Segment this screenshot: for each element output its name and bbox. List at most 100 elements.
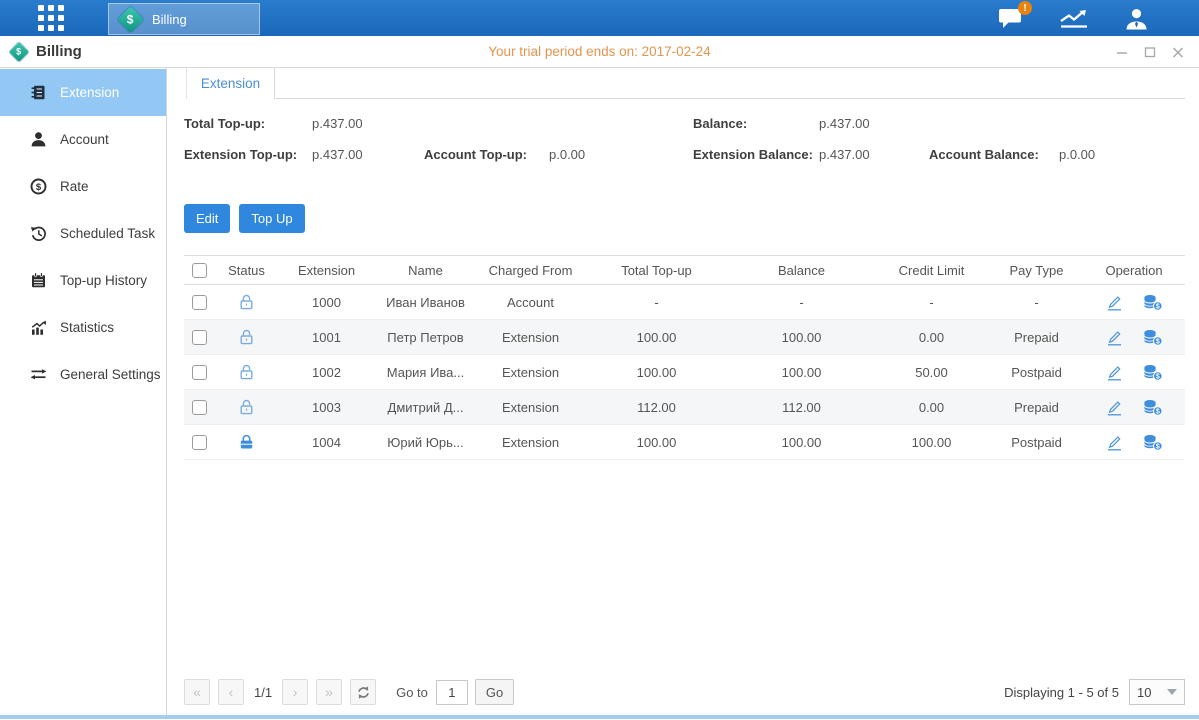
go-button[interactable]: Go [475,679,514,705]
user-icon[interactable] [1124,7,1149,30]
apps-grid-icon[interactable] [38,5,64,31]
edit-icon[interactable] [1105,294,1124,311]
tab-extension[interactable]: Extension [186,68,275,99]
balance-summary: Total Top-up: p.437.00 Extension Top-up:… [184,113,1185,175]
sidebar-item-account[interactable]: Account [0,116,166,163]
svg-text:$: $ [36,182,42,193]
cell-extension: 1004 [279,435,374,450]
cell-pay-type: Postpaid [989,365,1084,380]
cell-name: Петр Петров [374,330,477,345]
topbar: $ Billing ! [0,0,1199,36]
sidebar-item-scheduled-task[interactable]: Scheduled Task [0,210,166,257]
table-row: 1004 Юрий Юрь... Extension 100.00 100.00… [184,425,1185,460]
sidebar: Extension Account $ Rate Scheduled Task … [0,68,167,715]
statistics-chart-icon[interactable] [1058,7,1090,30]
top-up-coins-icon[interactable]: $ [1142,329,1163,346]
sidebar-item-extension[interactable]: Extension [0,69,166,116]
close-icon[interactable] [1169,43,1187,61]
edit-button[interactable]: Edit [184,204,230,233]
locked-icon [237,433,256,451]
page-size-value: 10 [1137,685,1151,700]
top-up-coins-icon[interactable]: $ [1142,399,1163,416]
edit-icon[interactable] [1105,434,1124,451]
cell-charged-from: Extension [477,330,584,345]
col-name: Name [374,263,477,278]
cell-status-unlocked [214,398,279,416]
cell-name: Юрий Юрь... [374,435,477,450]
svg-text:$: $ [1156,373,1160,380]
cell-credit-limit: 100.00 [874,435,989,450]
tabstrip-rest [275,68,1185,99]
cell-credit-limit: - [874,295,989,310]
cell-pay-type: Prepaid [989,330,1084,345]
edit-icon[interactable] [1105,364,1124,381]
cell-balance: 100.00 [729,435,874,450]
select-all-checkbox[interactable] [192,263,207,278]
cell-pay-type: Postpaid [989,435,1084,450]
edit-icon[interactable] [1105,329,1124,346]
sidebar-item-topup-history[interactable]: Top-up History [0,257,166,304]
top-up-coins-icon[interactable]: $ [1142,434,1163,451]
first-page-button[interactable]: « [184,679,210,705]
account-topup-label: Account Top-up: [424,147,549,162]
table-row: 1003 Дмитрий Д... Extension 112.00 112.0… [184,390,1185,425]
main-content: Extension Total Top-up: p.437.00 Extensi… [167,68,1199,715]
row-checkbox[interactable] [192,400,207,415]
cell-name: Иван Иванов [374,295,477,310]
top-up-coins-icon[interactable]: $ [1142,364,1163,381]
page-size-select[interactable]: 10 [1129,679,1185,705]
toolbar: Edit Top Up [184,204,1185,233]
cell-status-unlocked [214,363,279,381]
tabstrip: Extension [184,68,1185,99]
next-page-button[interactable]: › [282,679,308,705]
top-up-coins-icon[interactable]: $ [1142,294,1163,311]
col-extension: Extension [279,263,374,278]
window-bottom-edge [0,715,1199,719]
messages-icon[interactable]: ! [998,7,1024,29]
app-tab-billing[interactable]: $ Billing [108,3,260,35]
prev-page-button[interactable]: ‹ [218,679,244,705]
cell-name: Дмитрий Д... [374,400,477,415]
window-title: Billing [36,43,82,60]
cell-total-topup: 100.00 [584,365,729,380]
titlebar: $ Billing Your trial period ends on: 201… [0,36,1199,68]
cell-total-topup: - [584,295,729,310]
cell-name: Мария Ива... [374,365,477,380]
cell-credit-limit: 0.00 [874,400,989,415]
cell-balance: 100.00 [729,365,874,380]
minimize-icon[interactable] [1113,43,1131,61]
calendar-icon [30,272,47,289]
cell-extension: 1000 [279,295,374,310]
row-checkbox[interactable] [192,330,207,345]
svg-text:$: $ [1156,408,1160,415]
refresh-button[interactable] [350,679,376,705]
unlocked-icon [237,293,256,311]
table-row: 1001 Петр Петров Extension 100.00 100.00… [184,320,1185,355]
edit-icon[interactable] [1105,399,1124,416]
clock-history-icon [30,225,47,242]
col-pay-type: Pay Type [989,263,1084,278]
sidebar-item-rate[interactable]: $ Rate [0,163,166,210]
row-checkbox[interactable] [192,295,207,310]
maximize-icon[interactable] [1141,43,1159,61]
extension-balance-value: p.437.00 [819,147,929,162]
cell-extension: 1003 [279,400,374,415]
row-checkbox[interactable] [192,435,207,450]
pagination-bar: « ‹ 1/1 › » Go to Go Displaying 1 - 5 of… [184,679,1185,705]
total-topup-value: p.437.00 [312,116,363,131]
extension-topup-value: p.437.00 [312,147,424,162]
last-page-button[interactable]: » [316,679,342,705]
sidebar-item-statistics[interactable]: Statistics [0,304,166,351]
displaying-text: Displaying 1 - 5 of 5 [1004,685,1119,700]
top-up-button[interactable]: Top Up [239,204,304,233]
svg-text:$: $ [1156,443,1160,450]
trial-notice: Your trial period ends on: 2017-02-24 [0,44,1199,59]
account-balance-value: p.0.00 [1059,147,1095,162]
extension-table: Status Extension Name Charged From Total… [184,255,1185,460]
goto-label: Go to [396,685,428,700]
goto-page-input[interactable] [436,680,468,705]
ledger-icon [30,84,47,101]
row-checkbox[interactable] [192,365,207,380]
unlocked-icon [237,398,256,416]
sidebar-item-general-settings[interactable]: General Settings [0,351,166,398]
